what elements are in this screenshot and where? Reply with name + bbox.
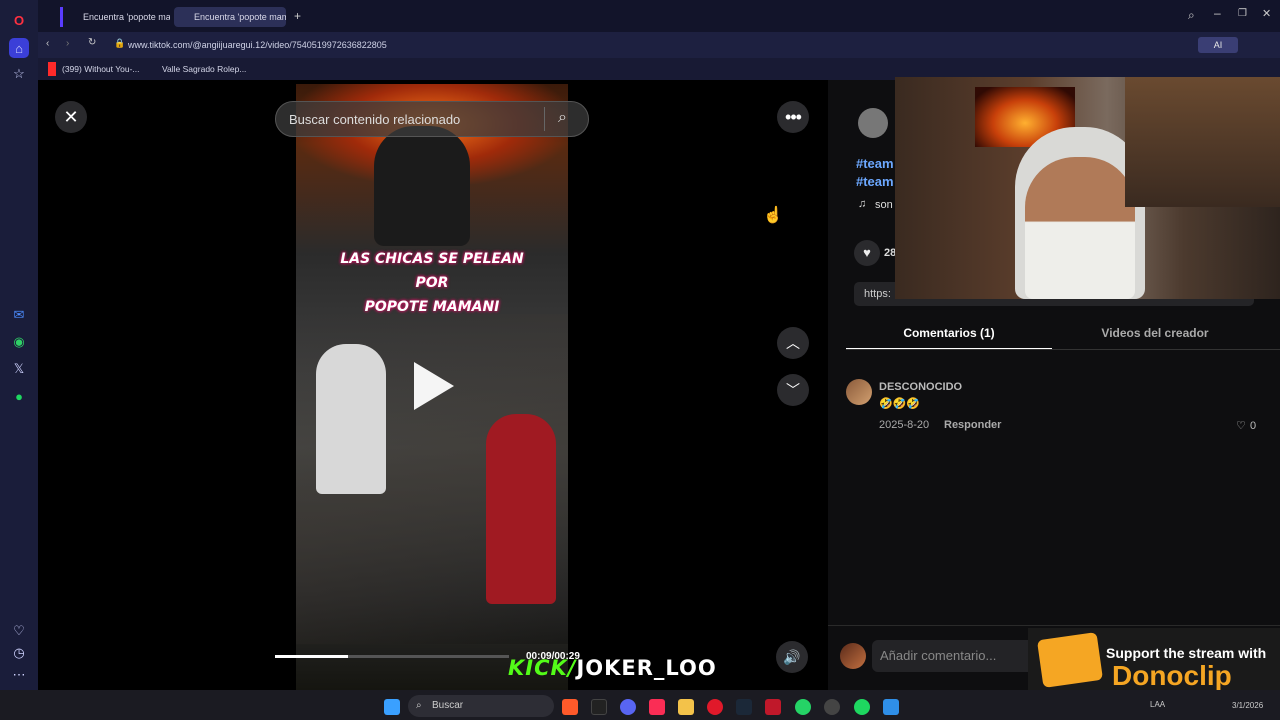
app-icon[interactable] bbox=[883, 699, 899, 715]
bookmark-youtube[interactable]: (399) Without You-... bbox=[48, 62, 140, 76]
opera-logo-icon[interactable]: O bbox=[9, 10, 29, 30]
sound-link[interactable]: son bbox=[875, 199, 893, 211]
webcam-overlay bbox=[895, 77, 1280, 299]
comment-bar-divider bbox=[828, 625, 1280, 626]
more-options-button[interactable]: ••• bbox=[777, 101, 809, 133]
new-tab-icon[interactable]: + bbox=[294, 9, 301, 23]
discord-icon[interactable] bbox=[620, 699, 636, 715]
comment-text: 🤣🤣🤣 bbox=[879, 398, 921, 410]
comment-avatar[interactable] bbox=[846, 379, 872, 405]
lock-icon: 🔒 bbox=[114, 38, 126, 48]
dono-brand: Donoclip bbox=[1112, 660, 1232, 691]
next-video-button[interactable]: ﹀ bbox=[777, 374, 809, 406]
heart-icon[interactable]: ♡ bbox=[9, 621, 29, 641]
windows-start-icon[interactable] bbox=[384, 699, 400, 715]
forward-icon[interactable]: › bbox=[66, 38, 69, 49]
spotify-icon[interactable]: ● bbox=[9, 386, 29, 406]
whatsapp-icon[interactable]: ◉ bbox=[9, 332, 29, 352]
volume-button[interactable]: 🔊 bbox=[776, 641, 808, 673]
acrobat-icon[interactable] bbox=[765, 699, 781, 715]
posters-wall bbox=[1125, 77, 1280, 207]
comment-date: 2025-8-20 bbox=[879, 419, 930, 431]
tab-label: Encuentra 'popote mama bbox=[83, 12, 170, 22]
hashtag-link[interactable]: #team bbox=[856, 174, 894, 189]
ai-button[interactable]: AI bbox=[1198, 37, 1238, 53]
donoclip-banner: Support the stream with Donoclip bbox=[1028, 628, 1280, 691]
video-caption: LAS CHICAS SE PELEAN POR POPOTE MAMANI bbox=[340, 247, 524, 319]
x-icon[interactable]: 𝕏 bbox=[9, 359, 29, 379]
tab-strip: Encuentra 'popote mama Encuentra 'popote… bbox=[38, 0, 1280, 32]
kick-prefix: KICK/ bbox=[508, 656, 577, 680]
share-link-text: https: bbox=[864, 288, 891, 300]
opera-icon[interactable] bbox=[707, 699, 723, 715]
character-white bbox=[316, 344, 386, 494]
browser-sidebar: O ⌂ ☆ ✉ ◉ 𝕏 ● ♡ ◷ ⋯ bbox=[0, 0, 38, 690]
creator-avatar[interactable] bbox=[858, 108, 888, 138]
progress-track[interactable] bbox=[275, 655, 509, 658]
reply-button[interactable]: Responder bbox=[944, 419, 1001, 431]
search-icon[interactable]: ⌕ bbox=[558, 109, 567, 127]
taskbar-search[interactable]: ⌕ Buscar bbox=[408, 695, 554, 717]
tab-2-active[interactable]: Encuentra 'popote mama bbox=[174, 7, 286, 27]
tab-label: Encuentra 'popote mama bbox=[194, 12, 286, 22]
tabs-divider bbox=[846, 349, 1280, 350]
taskbar: ⌕ Buscar LAA 3/1/2026 bbox=[0, 690, 1280, 720]
close-video-button[interactable]: ✕ bbox=[55, 101, 87, 133]
search-icon[interactable]: ⌕ bbox=[1188, 8, 1195, 23]
music-icon[interactable] bbox=[649, 699, 665, 715]
back-icon[interactable]: ‹ bbox=[46, 38, 49, 49]
character-red bbox=[486, 414, 556, 604]
video-caption-line1: LAS CHICAS SE PELEAN POR bbox=[340, 251, 524, 291]
dono-tagline: Support the stream with bbox=[1106, 645, 1267, 661]
steam-icon[interactable] bbox=[736, 699, 752, 715]
related-search-box[interactable]: Buscar contenido relacionado ⌕ bbox=[275, 101, 589, 137]
clock-date[interactable]: 3/1/2026 bbox=[1232, 701, 1263, 710]
folder-icon[interactable] bbox=[678, 699, 694, 715]
clapperboard-icon bbox=[1036, 632, 1104, 688]
taskbar-search-label: Buscar bbox=[432, 700, 464, 711]
tiktok-icon[interactable] bbox=[591, 699, 607, 715]
brave-icon[interactable] bbox=[562, 699, 578, 715]
spotify-icon[interactable] bbox=[854, 699, 870, 715]
comment-like-icon[interactable]: ♡ bbox=[1236, 419, 1246, 432]
restore-icon[interactable]: ❐ bbox=[1238, 8, 1247, 19]
close-window-icon[interactable]: ✕ bbox=[1262, 7, 1271, 20]
streamer-figure bbox=[374, 126, 470, 246]
tab-1[interactable]: Encuentra 'popote mama bbox=[60, 7, 170, 27]
tab-comments[interactable]: Comentarios (1) bbox=[846, 326, 1052, 340]
play-icon[interactable] bbox=[414, 362, 454, 410]
address-bar-row: ‹ › ↻ 🔒 www.tiktok.com/@angiijuaregui.12… bbox=[38, 32, 1280, 58]
search-icon: ⌕ bbox=[416, 700, 422, 711]
history-icon[interactable]: ◷ bbox=[9, 643, 29, 663]
sound-icon: ♫ bbox=[858, 198, 867, 210]
star-icon[interactable]: ☆ bbox=[9, 64, 29, 84]
streamer bbox=[1025, 157, 1135, 299]
messenger-icon[interactable]: ✉ bbox=[9, 305, 29, 325]
home-icon[interactable]: ⌂ bbox=[9, 38, 29, 58]
comment-like-count: 0 bbox=[1250, 420, 1257, 432]
kick-overlay: KICK/JOKER_LOO bbox=[508, 656, 717, 680]
user-avatar bbox=[840, 643, 866, 669]
hashtag-link[interactable]: #team bbox=[856, 156, 894, 171]
kick-username: JOKER_LOO bbox=[576, 656, 717, 680]
like-icon[interactable]: ♥ bbox=[854, 240, 880, 266]
bookmark-valle-sagrado[interactable]: Valle Sagrado Rolep... bbox=[148, 62, 246, 76]
language-indicator[interactable]: LAA bbox=[1150, 700, 1165, 709]
search-input[interactable]: Buscar contenido relacionado bbox=[289, 112, 460, 127]
chatgpt-icon[interactable] bbox=[824, 699, 840, 715]
progress-fill bbox=[275, 655, 348, 658]
previous-video-button[interactable]: ︿ bbox=[777, 327, 809, 359]
video-player[interactable]: LAS CHICAS SE PELEAN POR POPOTE MAMANI bbox=[296, 84, 568, 690]
whatsapp-icon[interactable] bbox=[795, 699, 811, 715]
search-divider bbox=[544, 107, 545, 131]
more-icon[interactable]: ⋯ bbox=[9, 665, 29, 685]
mouse-cursor-icon: ☝ bbox=[763, 207, 783, 224]
comment-author[interactable]: DESCONOCIDO bbox=[879, 381, 962, 393]
tab-creator-videos[interactable]: Videos del creador bbox=[1052, 326, 1258, 340]
reload-icon[interactable]: ↻ bbox=[88, 37, 96, 48]
minimize-icon[interactable]: – bbox=[1214, 6, 1221, 20]
url-field[interactable]: www.tiktok.com/@angiijuaregui.12/video/7… bbox=[128, 37, 968, 53]
